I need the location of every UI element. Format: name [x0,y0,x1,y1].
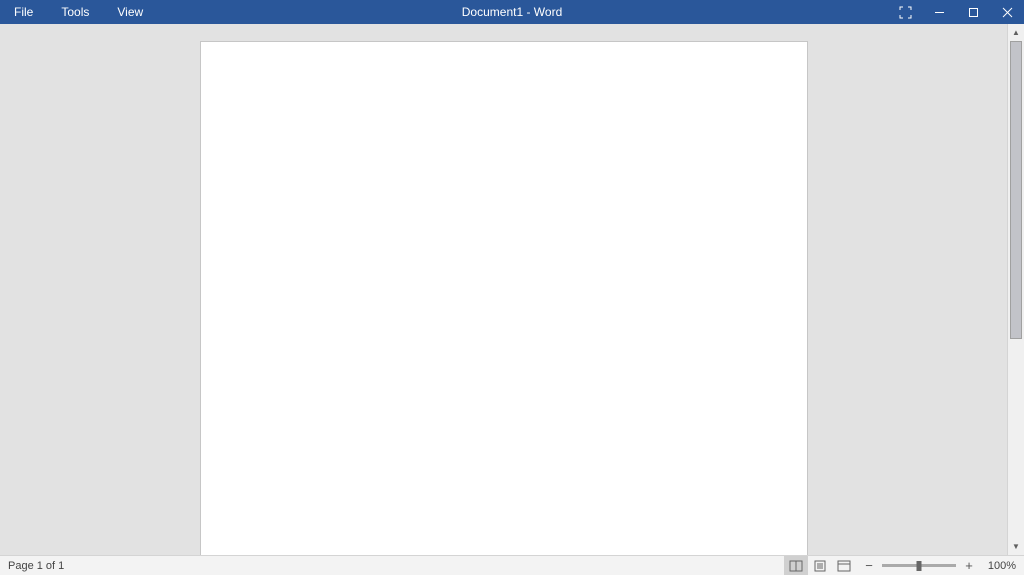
close-button[interactable] [990,0,1024,24]
status-bar: Page 1 of 1 − [0,555,1024,575]
window-controls [888,0,1024,24]
close-icon [1002,7,1013,18]
scroll-track[interactable] [1008,41,1024,538]
window-title: Document1 - Word [462,5,562,19]
vertical-scrollbar[interactable]: ▲ ▼ [1007,24,1024,555]
minimize-button[interactable] [922,0,956,24]
print-layout-icon [813,560,827,572]
maximize-button[interactable] [956,0,990,24]
zoom-in-button[interactable]: + [962,559,976,572]
workspace: ▲ ▼ [0,24,1024,555]
tools-menu[interactable]: Tools [47,0,103,24]
web-layout-button[interactable] [832,556,856,575]
scroll-up-arrow[interactable]: ▲ [1008,24,1024,41]
menu-bar: File Tools View [0,0,157,24]
web-layout-icon [837,560,851,572]
scroll-thumb[interactable] [1010,41,1022,339]
zoom-level-label[interactable]: 100% [982,560,1024,572]
zoom-slider-thumb[interactable] [917,561,922,571]
zoom-slider[interactable] [882,564,956,567]
zoom-out-button[interactable]: − [862,559,876,572]
fullscreen-button[interactable] [888,0,922,24]
read-mode-button[interactable] [784,556,808,575]
minimize-icon [934,7,945,18]
read-mode-icon [789,560,803,572]
maximize-icon [968,7,979,18]
document-viewport[interactable] [0,24,1007,555]
fullscreen-icon [899,6,912,19]
file-menu[interactable]: File [0,0,47,24]
print-layout-button[interactable] [808,556,832,575]
view-menu[interactable]: View [103,0,157,24]
zoom-controls: − + [856,559,982,572]
status-right: − + 100% [784,556,1024,575]
title-bar: File Tools View Document1 - Word [0,0,1024,24]
page-count-label[interactable]: Page 1 of 1 [0,560,72,572]
scroll-down-arrow[interactable]: ▼ [1008,538,1024,555]
document-page[interactable] [200,41,808,555]
